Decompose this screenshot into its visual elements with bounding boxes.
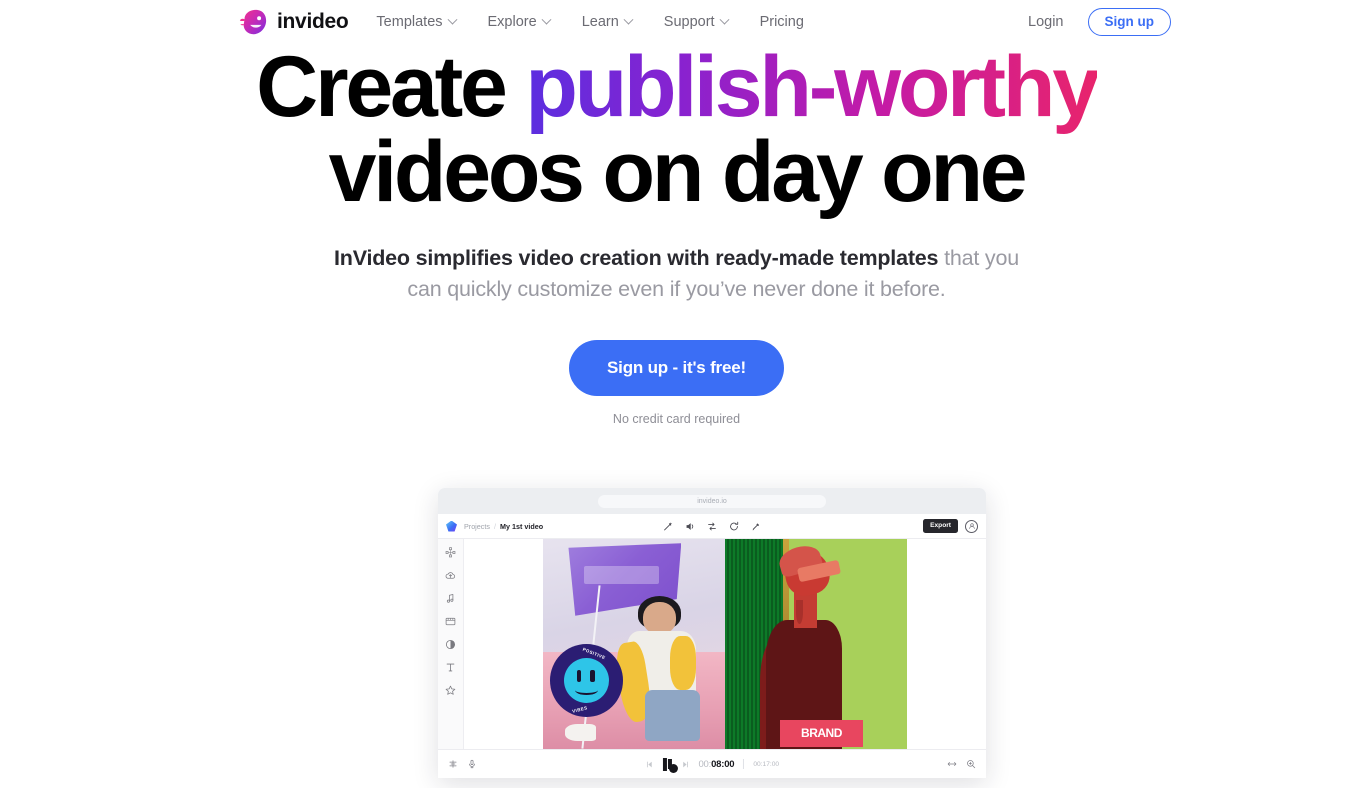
browser-chrome-bar: invideo.io (438, 488, 986, 514)
total-duration-display: 00:17:00 (753, 760, 780, 768)
badge-text-bottom: VIBES (571, 704, 589, 714)
login-link[interactable]: Login (1028, 14, 1063, 30)
cloud-upload-icon[interactable] (445, 570, 456, 581)
subject-jeans-shape (644, 690, 700, 741)
breadcrumb-separator: / (493, 521, 496, 531)
invideo-bird-logo-icon (239, 9, 267, 35)
templates-grid-icon[interactable] (445, 547, 456, 558)
signup-button[interactable]: Sign up (1087, 8, 1171, 36)
subheading-strong-text: InVideo simplifies video creation with r… (333, 246, 939, 271)
nav-item-learn-label: Learn (581, 14, 619, 30)
brush-icon[interactable] (751, 521, 762, 532)
time-divider (743, 759, 745, 769)
subject-sleeve-right-shape (670, 635, 696, 691)
brand-overlay-label: BRAND (801, 726, 842, 741)
nav-right-actions: Login Sign up (1028, 8, 1171, 36)
magic-wand-icon[interactable] (663, 521, 674, 532)
hero-subheading: InVideo simplifies video creation with r… (317, 243, 1037, 304)
editor-app-logo-icon[interactable] (446, 520, 457, 532)
editor-preview-canvas: POSITIVE VIBES BRAND (464, 539, 986, 749)
badge-ring-text: POSITIVE VIBES (550, 644, 623, 717)
subject-head-shape (643, 602, 676, 634)
nav-item-support[interactable]: Support (663, 14, 730, 30)
breadcrumb-current-project[interactable]: My 1st video (500, 522, 543, 531)
no-credit-card-note: No credit card required (612, 412, 741, 427)
subject-shoe-shape (564, 723, 596, 741)
music-note-icon[interactable] (445, 593, 456, 604)
filter-contrast-icon[interactable] (445, 639, 456, 650)
zoom-in-icon[interactable] (966, 759, 976, 769)
editor-header-tools (663, 521, 762, 532)
positive-vibes-badge-sticker: POSITIVE VIBES (550, 644, 624, 717)
timeline-left-tools (448, 759, 477, 769)
headline-second-line: videos on day one (328, 123, 1028, 220)
export-button[interactable]: Export (923, 519, 958, 533)
current-time-display: 00:08:00 (698, 759, 734, 770)
headline-plain-part: Create (256, 39, 526, 135)
chevron-down-icon (623, 14, 634, 25)
nav-item-explore[interactable]: Explore (487, 14, 552, 30)
nav-item-pricing-label: Pricing (759, 14, 804, 30)
signup-free-cta-button[interactable]: Sign up - it's free! (569, 340, 784, 397)
skip-next-icon[interactable] (680, 760, 689, 769)
browser-url-bar[interactable]: invideo.io (598, 494, 826, 508)
brand-text-overlay[interactable]: BRAND (779, 719, 864, 747)
brand-name-text: invideo (277, 10, 349, 33)
headline-gradient-part: publish-worthy (525, 39, 1100, 135)
hero-cta-group: Sign up - it's free! No credit card requ… (0, 340, 1353, 426)
top-navigation-bar: invideo Templates Explore Learn Support … (0, 0, 1353, 44)
chevron-down-icon (447, 14, 457, 25)
play-pause-split-button[interactable] (662, 757, 678, 773)
page-title: Create publish-worthy videos on day one (0, 44, 1353, 220)
nav-item-templates[interactable]: Templates (376, 14, 457, 30)
current-time-value: 08:00 (711, 758, 735, 770)
brand-logo-link[interactable]: invideo (238, 7, 349, 37)
nav-item-learn[interactable]: Learn (581, 14, 634, 30)
nav-item-explore-label: Explore (487, 14, 537, 30)
text-tool-icon[interactable] (445, 662, 456, 673)
layers-icon[interactable] (448, 759, 458, 769)
user-avatar-icon[interactable] (965, 519, 978, 533)
preview-clip-left[interactable]: POSITIVE VIBES (543, 539, 725, 749)
current-time-prefix: 00: (698, 758, 712, 770)
breadcrumb-projects[interactable]: Projects (464, 522, 490, 531)
timeline-transport-controls: 00:08:00 00:17:00 (645, 757, 780, 773)
volume-icon[interactable] (685, 521, 696, 532)
chevron-down-icon (719, 14, 730, 25)
hero-section: Create publish-worthy videos on day one … (0, 44, 1353, 426)
editor-header-bar: Projects / My 1st video Export (438, 514, 986, 539)
media-film-icon[interactable] (445, 616, 456, 627)
primary-nav-links: Templates Explore Learn Support Pricing (376, 14, 803, 30)
timeline-right-tools (947, 759, 976, 769)
model-earring-shape (795, 599, 804, 624)
transition-icon[interactable] (707, 521, 718, 532)
effects-star-icon[interactable] (445, 685, 456, 696)
skip-prev-icon[interactable] (645, 760, 654, 769)
chevron-down-icon (541, 14, 552, 25)
fit-width-icon[interactable] (947, 759, 957, 769)
mic-icon[interactable] (467, 759, 477, 769)
badge-text-top: POSITIVE (582, 646, 607, 660)
editor-screenshot-mockup: invideo.io Projects / My 1st video Expor… (438, 488, 986, 788)
editor-header-right: Export (923, 519, 978, 533)
editor-left-toolbar (438, 539, 464, 749)
preview-stage: POSITIVE VIBES BRAND (543, 539, 907, 749)
playhead-dot (668, 763, 678, 773)
rotate-icon[interactable] (729, 521, 740, 532)
browser-url-text: invideo.io (697, 497, 727, 505)
nav-item-templates-label: Templates (376, 14, 443, 30)
nav-item-pricing[interactable]: Pricing (760, 14, 804, 30)
browser-window-mock: invideo.io Projects / My 1st video Expor… (438, 488, 986, 778)
editor-workspace: POSITIVE VIBES BRAND (438, 539, 986, 749)
transport-bar-1 (662, 757, 667, 771)
preview-clip-right[interactable]: BRAND (725, 539, 907, 749)
nav-item-support-label: Support (663, 14, 715, 30)
